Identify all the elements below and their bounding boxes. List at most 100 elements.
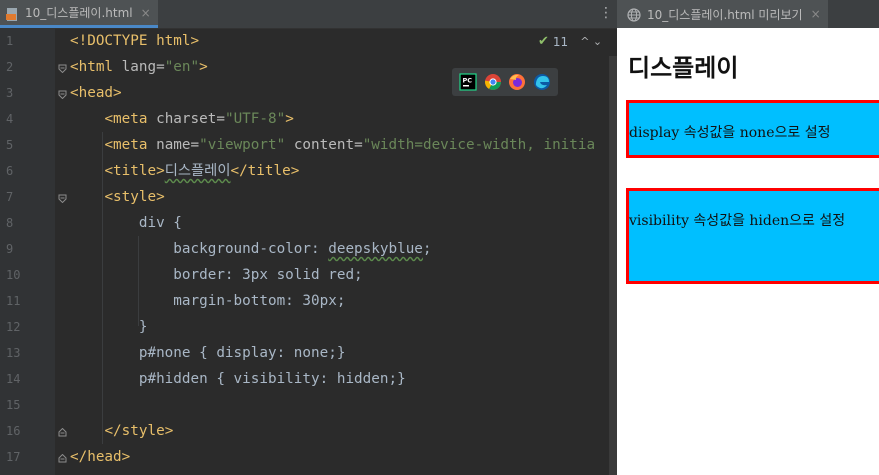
visibility-box: visibility 속성값을 hiden으로 설정: [626, 188, 879, 284]
line-number: 3: [6, 86, 14, 100]
code-token: 디스플레이: [164, 163, 231, 179]
box-text: display 속성값을 none으로 설정: [629, 125, 831, 141]
code-line-13: p#none { display: none;}: [70, 340, 346, 366]
code-token: p#hidden { visibility: hidden;}: [70, 371, 406, 387]
code-token: "width=device-width, initia: [362, 137, 596, 153]
code-line-14: p#hidden { visibility: hidden;}: [70, 366, 406, 392]
vertical-scrollbar[interactable]: [609, 56, 617, 475]
code-token: margin-bottom: 30px;: [70, 293, 346, 309]
tab-label: 10_디스플레이.html 미리보기: [647, 7, 803, 22]
code-token: <!DOCTYPE html>: [70, 33, 200, 49]
code-line-3: <head>: [70, 80, 122, 106]
code-token: "en": [164, 59, 200, 75]
code-token: "viewport": [199, 137, 286, 153]
line-number-gutter: 1 2 3 4 5 6 7 8 9 10 11 12 13 14 15 16 1…: [0, 28, 55, 475]
code-token: </title>: [230, 163, 300, 179]
code-line-5: <meta name="viewport" content="width=dev…: [70, 132, 595, 158]
inspection-nav-arrows[interactable]: ^ ⌄: [580, 35, 602, 48]
box-text: visibility 속성값을 hiden으로 설정: [629, 213, 846, 229]
code-line-4: <meta charset="UTF-8">: [70, 106, 294, 132]
line-number: 9: [6, 242, 14, 256]
open-in-browser-toolbar: PC: [452, 68, 558, 96]
code-token: <html: [70, 59, 122, 75]
code-token: =: [354, 137, 363, 153]
line-number: 14: [6, 372, 21, 386]
chrome-icon[interactable]: [484, 73, 502, 91]
code-line-17: </head>: [70, 444, 130, 470]
more-options-icon[interactable]: ⋮: [599, 6, 613, 20]
code-token: border: 3px solid red;: [70, 267, 363, 283]
line-number: 12: [6, 320, 21, 334]
line-number: 2: [6, 60, 14, 74]
tab-preview[interactable]: 10_디스플레이.html 미리보기 ×: [617, 0, 828, 28]
code-token: content: [293, 137, 355, 153]
code-line-9: background-color: deepskyblue;: [70, 236, 431, 262]
code-line-1: <!DOCTYPE html>: [70, 28, 199, 54]
code-token: div {: [70, 215, 182, 231]
fold-icon[interactable]: [58, 64, 67, 73]
code-token: lang: [121, 59, 157, 75]
code-token: <title>: [104, 163, 165, 179]
close-icon[interactable]: ×: [141, 6, 151, 20]
code-line-7: <style>: [70, 184, 164, 210]
code-token: =: [156, 59, 165, 75]
code-token: charset: [156, 111, 217, 127]
firefox-icon[interactable]: [508, 73, 526, 91]
pycharm-icon[interactable]: PC: [459, 73, 477, 91]
code-line-6: <title>디스플레이</title>: [70, 158, 299, 184]
inspection-count: 11: [552, 34, 569, 49]
code-line-8: div {: [70, 210, 182, 236]
fold-icon[interactable]: [58, 90, 67, 99]
tab-html-file[interactable]: 10_디스플레이.html ×: [0, 0, 158, 28]
line-number: 4: [6, 112, 14, 126]
code-line-2: <html lang="en">: [70, 54, 208, 80]
fold-icon[interactable]: [58, 194, 67, 203]
code-token: <meta: [104, 111, 157, 127]
code-line-12: }: [70, 314, 148, 340]
code-token: >: [285, 111, 294, 127]
line-number: 15: [6, 398, 21, 412]
code-token: >: [199, 59, 208, 75]
code-token: =: [216, 111, 225, 127]
line-number: 7: [6, 190, 14, 204]
svg-text:PC: PC: [463, 77, 473, 85]
html-file-icon: [6, 6, 19, 21]
code-token: <meta: [104, 137, 157, 153]
code-line-10: border: 3px solid red;: [70, 262, 363, 288]
inspection-widget[interactable]: ✔ 11 ^ ⌄: [538, 34, 602, 49]
globe-icon: [627, 7, 641, 22]
code-token: "UTF-8": [224, 111, 286, 127]
editor-tab-bar: 10_디스플레이.html × ⋮: [0, 0, 617, 29]
fold-end-icon[interactable]: [58, 428, 67, 437]
line-number: 1: [6, 34, 14, 48]
line-number: 8: [6, 216, 14, 230]
edge-icon[interactable]: [533, 73, 551, 91]
code-token: name: [156, 137, 191, 153]
html-preview-pane: 10_디스플레이.html 미리보기 × 디스플레이 display 속성값을 …: [617, 0, 879, 475]
code-line-16: </style>: [70, 418, 173, 444]
line-number: 5: [6, 138, 14, 152]
tab-label: 10_디스플레이.html: [25, 6, 133, 20]
close-icon[interactable]: ×: [811, 7, 821, 21]
page-heading: 디스플레이: [628, 54, 739, 82]
code-token: }: [70, 319, 148, 335]
code-token: <head>: [70, 85, 122, 101]
check-icon: ✔: [538, 34, 549, 49]
code-editor[interactable]: 10_디스플레이.html × ⋮ 1 2 3 4 5 6 7 8 9 10 1…: [0, 0, 617, 475]
line-number: 17: [6, 450, 21, 464]
code-token: p#none { display: none;}: [70, 345, 346, 361]
code-line-11: margin-bottom: 30px;: [70, 288, 345, 314]
code-token: background-color:: [173, 241, 329, 257]
line-number: 10: [6, 268, 21, 282]
code-token: =: [190, 137, 200, 153]
fold-end-icon[interactable]: [58, 454, 67, 463]
code-token: deepskyblue: [328, 241, 423, 257]
line-number: 16: [6, 424, 21, 438]
